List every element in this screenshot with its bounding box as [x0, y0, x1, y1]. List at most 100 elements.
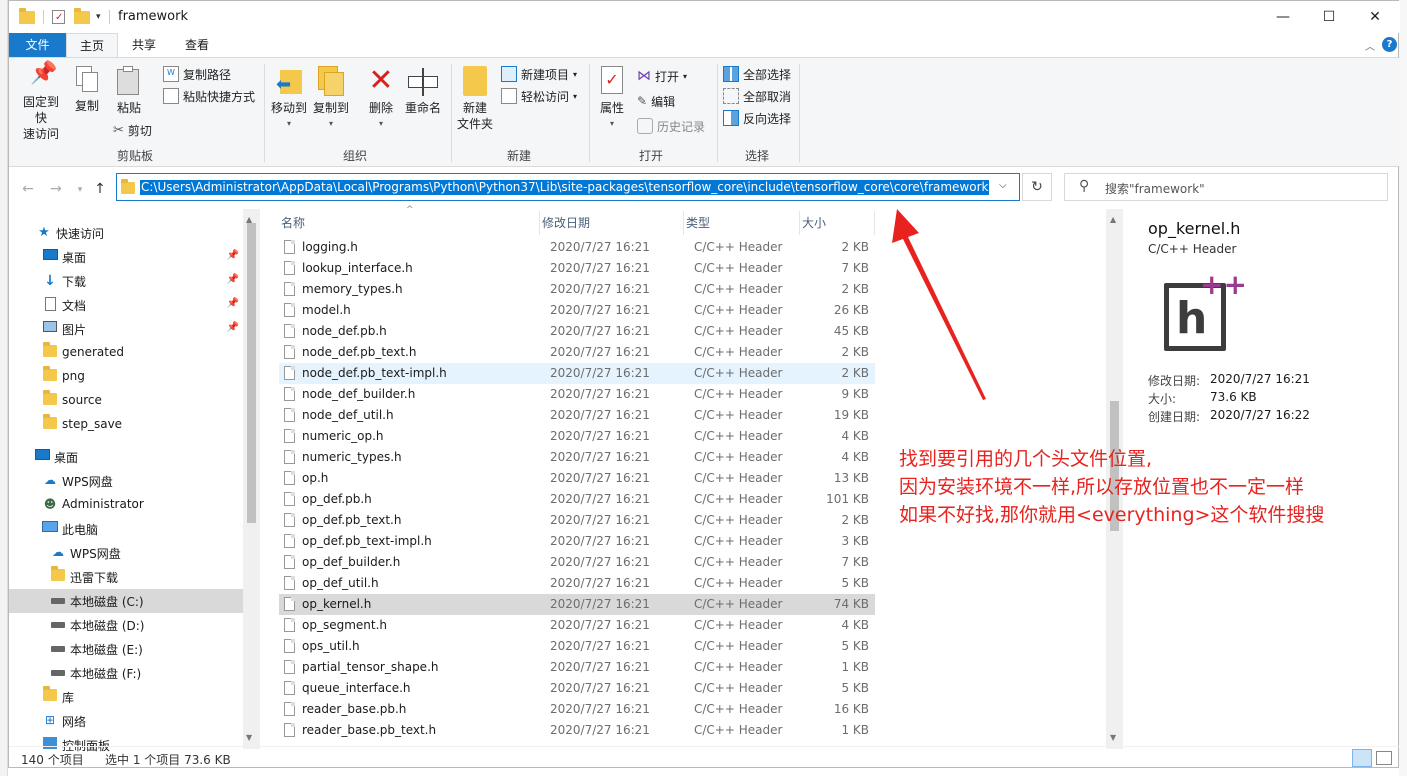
properties-check-icon[interactable]: ✓ — [52, 10, 65, 24]
copy-button[interactable]: 复制 — [71, 66, 103, 114]
nav-item[interactable]: 本地磁盘 (C:) — [9, 589, 243, 613]
column-header-name[interactable]: 名称 — [279, 211, 540, 235]
nav-item[interactable]: 库 — [9, 685, 243, 709]
file-row[interactable]: op_def.pb_text.h 2020/7/27 16:21 C/C++ Hea… — [279, 510, 875, 531]
large-icons-view-button[interactable] — [1376, 751, 1392, 765]
tab-share[interactable]: 共享 — [118, 33, 170, 57]
history-button[interactable]: 历史记录 — [637, 116, 705, 136]
open-button[interactable]: ⋈ 打开 ▾ — [637, 66, 687, 86]
forward-button[interactable]: → — [47, 180, 65, 198]
delete-button[interactable]: ✕ 删除 ▾ — [363, 66, 399, 132]
folder-icon[interactable] — [19, 7, 35, 24]
nav-item[interactable]: 本地磁盘 (E:) — [9, 637, 243, 661]
nav-item[interactable]: ☻ Administrator — [9, 493, 243, 517]
paste-button[interactable]: 粘贴 — [113, 66, 145, 116]
close-button[interactable]: ✕ — [1352, 1, 1398, 33]
address-bar[interactable]: C:\Users\Administrator\AppData\Local\Pro… — [116, 173, 1020, 201]
address-path[interactable]: C:\Users\Administrator\AppData\Local\Pro… — [140, 180, 990, 195]
edit-button[interactable]: ✎ 编辑 — [637, 91, 675, 111]
nav-item[interactable]: ⊞ 网络 — [9, 709, 243, 733]
file-row[interactable]: op_kernel.h 2020/7/27 16:21 C/C++ Header 74… — [279, 594, 875, 615]
file-row[interactable]: lookup_interface.h 2020/7/27 16:21 C/C++ H… — [279, 258, 875, 279]
file-row[interactable]: partial_tensor_shape.h 2020/7/27 16:21 C/C… — [279, 657, 875, 678]
move-to-button[interactable]: ⬅ 移动到 ▾ — [269, 66, 309, 132]
minimize-button[interactable]: — — [1260, 1, 1306, 33]
file-row[interactable]: numeric_types.h 2020/7/27 16:21 C/C++ Head… — [279, 447, 875, 468]
select-none-button[interactable]: 全部取消 — [723, 86, 791, 106]
file-row[interactable]: op_segment.h 2020/7/27 16:21 C/C++ Header 4… — [279, 615, 875, 636]
column-header-size[interactable]: 大小 — [800, 211, 875, 235]
nav-item[interactable]: ↓ 下载 📌 — [9, 269, 243, 293]
new-item-button[interactable]: 新建项目 ▾ — [501, 64, 577, 84]
easy-access-button[interactable]: 轻松访问 ▾ — [501, 86, 577, 106]
back-button[interactable]: ← — [19, 180, 37, 198]
new-folder-icon[interactable] — [74, 7, 90, 24]
file-row[interactable]: op_def.pb_text-impl.h 2020/7/27 16:21 C/C+… — [279, 531, 875, 552]
nav-item[interactable]: 本地磁盘 (F:) — [9, 661, 243, 685]
file-row[interactable]: numeric_op.h 2020/7/27 16:21 C/C++ Header 4… — [279, 426, 875, 447]
pin-icon[interactable]: 📌 — [227, 274, 239, 285]
nav-item[interactable]: 图片 📌 — [9, 317, 243, 341]
nav-item[interactable]: 桌面 — [9, 445, 243, 469]
divider — [717, 64, 718, 162]
pin-icon[interactable]: 📌 — [227, 250, 239, 261]
nav-item[interactable]: step_save — [9, 413, 243, 437]
nav-scrollbar[interactable]: ▲ ▼ — [243, 209, 260, 749]
new-folder-button[interactable]: 新建 文件夹 — [455, 66, 495, 132]
file-row[interactable]: op_def_util.h 2020/7/27 16:21 C/C++ Header… — [279, 573, 875, 594]
search-box[interactable]: ⚲ 搜索"framework" — [1064, 173, 1388, 201]
tab-home[interactable]: 主页 — [66, 33, 118, 57]
cut-button[interactable]: ✂ 剪切 — [113, 120, 152, 140]
file-row[interactable]: op_def_builder.h 2020/7/27 16:21 C/C++ Hea… — [279, 552, 875, 573]
file-row[interactable]: queue_interface.h 2020/7/27 16:21 C/C++ He… — [279, 678, 875, 699]
copy-path-button[interactable]: W 复制路径 — [163, 64, 231, 84]
rename-button[interactable]: 重命名 — [403, 66, 443, 116]
pin-icon[interactable]: 📌 — [227, 322, 239, 333]
collapse-ribbon-icon[interactable]: ︿ — [1365, 38, 1375, 53]
file-row[interactable]: memory_types.h 2020/7/27 16:21 C/C++ Heade… — [279, 279, 875, 300]
nav-item[interactable]: 此电脑 — [9, 517, 243, 541]
file-row[interactable]: reader_base.pb_text.h 2020/7/27 16:21 C/C+… — [279, 720, 875, 741]
file-row[interactable]: node_def.pb_text.h 2020/7/27 16:21 C/C++ H… — [279, 342, 875, 363]
tab-view[interactable]: 查看 — [171, 33, 223, 57]
file-row[interactable]: ops_util.h 2020/7/27 16:21 C/C++ Header 5 K… — [279, 636, 875, 657]
select-all-button[interactable]: 全部选择 — [723, 64, 791, 84]
file-row[interactable]: logging.h 2020/7/27 16:21 C/C++ Header 2 KB — [279, 237, 875, 258]
nav-item[interactable]: 桌面 📌 — [9, 245, 243, 269]
copy-to-button[interactable]: 复制到 ▾ — [311, 66, 351, 132]
file-row[interactable]: reader_base.pb.h 2020/7/27 16:21 C/C++ Hea… — [279, 699, 875, 720]
column-header-date[interactable]: 修改日期 — [540, 211, 684, 235]
nav-item[interactable]: 本地磁盘 (D:) — [9, 613, 243, 637]
nav-item[interactable]: generated — [9, 341, 243, 365]
file-row[interactable]: node_def.pb_text-impl.h 2020/7/27 16:21 C/… — [279, 363, 875, 384]
help-icon[interactable]: ? — [1382, 37, 1397, 52]
column-header-type[interactable]: 类型 — [684, 211, 800, 235]
customize-qat-chevron-icon[interactable]: ▾ — [96, 12, 101, 22]
paste-shortcut-button[interactable]: 粘贴快捷方式 — [163, 86, 255, 106]
nav-item[interactable]: ☁ WPS网盘 — [9, 541, 243, 565]
invert-selection-button[interactable]: 反向选择 — [723, 108, 791, 128]
nav-item[interactable]: ☁ WPS网盘 — [9, 469, 243, 493]
properties-button[interactable]: ✓ 属性 ▾ — [595, 66, 629, 132]
file-row[interactable]: node_def.pb.h 2020/7/27 16:21 C/C++ Header… — [279, 321, 875, 342]
file-row[interactable]: op_def.pb.h 2020/7/27 16:21 C/C++ Header 10… — [279, 489, 875, 510]
address-dropdown-chevron-icon[interactable]: ⌵ — [999, 180, 1007, 191]
nav-scrollbar-thumb[interactable] — [247, 223, 256, 523]
file-row[interactable]: model.h 2020/7/27 16:21 C/C++ Header 26 KB — [279, 300, 875, 321]
nav-item[interactable]: 迅雷下载 — [9, 565, 243, 589]
details-view-button[interactable] — [1352, 749, 1372, 767]
nav-item[interactable]: png — [9, 365, 243, 389]
nav-item[interactable]: source — [9, 389, 243, 413]
pin-quick-access-button[interactable]: 📌 固定到快 速访问 — [21, 63, 61, 142]
file-row[interactable]: node_def_builder.h 2020/7/27 16:21 C/C++ H… — [279, 384, 875, 405]
tab-file[interactable]: 文件 — [9, 33, 66, 57]
maximize-button[interactable]: ☐ — [1306, 1, 1352, 33]
file-row[interactable]: node_def_util.h 2020/7/27 16:21 C/C++ Head… — [279, 405, 875, 426]
file-row[interactable]: op.h 2020/7/27 16:21 C/C++ Header 13 KB — [279, 468, 875, 489]
refresh-button[interactable]: ↻ — [1022, 173, 1052, 201]
recent-locations-chevron-icon[interactable]: ▾ — [71, 181, 89, 199]
up-button[interactable]: ↑ — [91, 180, 109, 198]
pin-icon[interactable]: 📌 — [227, 298, 239, 309]
nav-item[interactable]: ★ 快速访问 — [9, 221, 243, 245]
nav-item[interactable]: 文档 📌 — [9, 293, 243, 317]
